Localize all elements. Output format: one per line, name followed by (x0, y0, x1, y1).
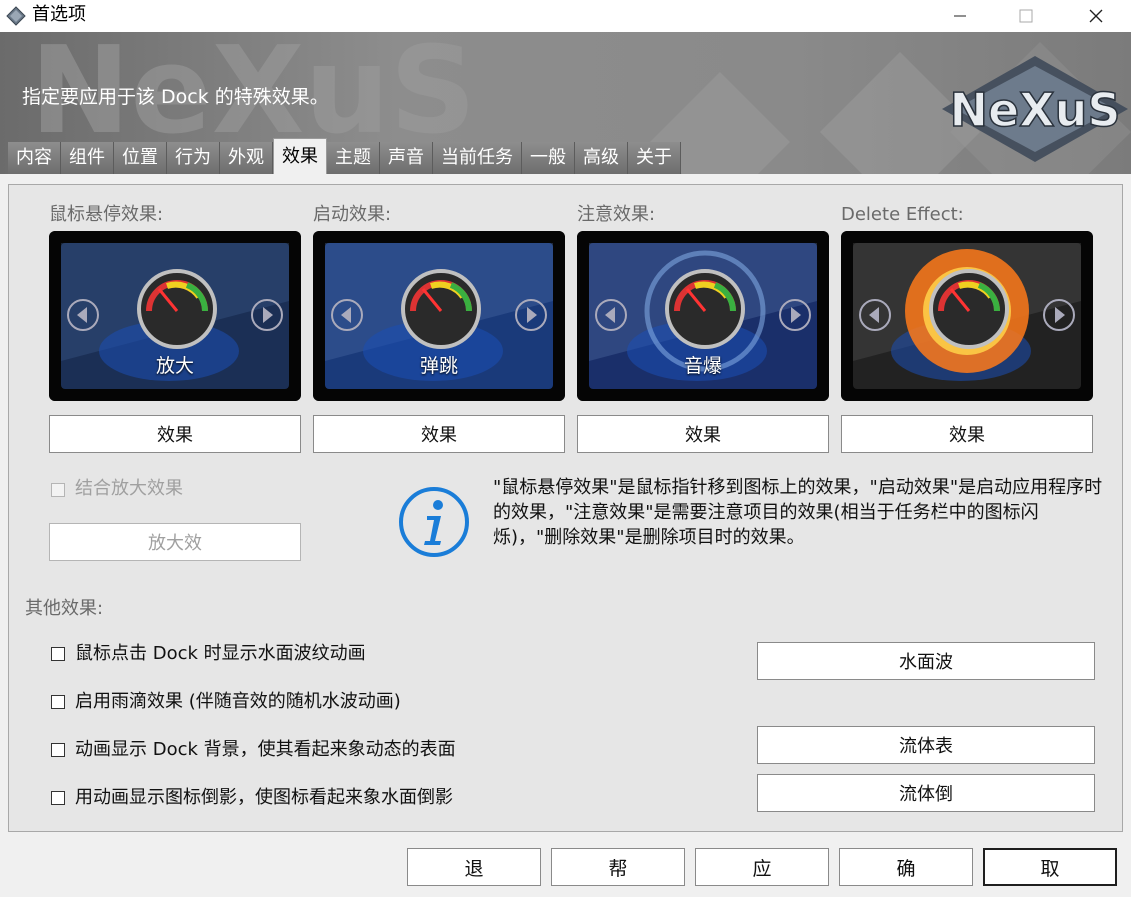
effects-panel: 鼠标悬停效果: 放大效果 启动效果: 弹跳效果 注意效果: 音爆效果 Delete Effe… (8, 184, 1123, 832)
animated-background-checkbox[interactable] (51, 743, 65, 757)
info-icon (397, 485, 471, 564)
effect-title: 鼠标悬停效果: (49, 204, 164, 225)
close-button[interactable] (1066, 0, 1126, 32)
maximize-button[interactable] (996, 0, 1056, 32)
close-icon (1089, 9, 1103, 23)
fluid-surface-button[interactable]: 流体表 (757, 726, 1095, 764)
tab-3[interactable]: 行为 (167, 142, 220, 174)
animated-reflection-checkbox[interactable] (51, 791, 65, 805)
effect-title: 注意效果: (577, 204, 656, 225)
apply-button[interactable]: 应 (695, 848, 829, 886)
fluid-reflection-button[interactable]: 流体倒 (757, 774, 1095, 812)
tab-6[interactable]: 主题 (327, 142, 380, 174)
ripple-checkbox[interactable] (51, 647, 65, 661)
tab-11[interactable]: 关于 (628, 142, 681, 174)
effect-preview: 放大 (49, 231, 301, 401)
app-diamond-icon (6, 6, 26, 26)
header-description: 指定要应用于该 Dock 的特殊效果。 (22, 86, 329, 108)
effect-preview (841, 231, 1093, 401)
tab-9[interactable]: 一般 (522, 142, 575, 174)
effect-settings-button-3[interactable]: 效果 (841, 415, 1093, 453)
effect-preview-label: 放大 (155, 355, 194, 377)
tab-bar: 内容 组件 位置 行为 外观 效果 主题 声音 当前任务 一般 高级 关于 (8, 138, 681, 174)
tab-2[interactable]: 位置 (114, 142, 167, 174)
effect-title: Delete Effect: (841, 204, 964, 225)
tab-0[interactable]: 内容 (8, 142, 61, 174)
help-button[interactable]: 帮 (551, 848, 685, 886)
effect-settings-button-0[interactable]: 效果 (49, 415, 301, 453)
effect-settings-button-1[interactable]: 效果 (313, 415, 565, 453)
combine-zoom-checkbox[interactable] (51, 483, 65, 497)
effect-preview: 弹跳 (313, 231, 565, 401)
other-effects-title: 其他效果: (25, 598, 104, 619)
effect-title: 启动效果: (313, 204, 392, 225)
back-button[interactable]: 退 (407, 848, 541, 886)
raindrop-checkbox[interactable] (51, 695, 65, 709)
title-bar[interactable]: 首选项 (0, 0, 1131, 32)
maximize-icon (1019, 9, 1033, 23)
effect-settings-button-2[interactable]: 效果 (577, 415, 829, 453)
tab-7[interactable]: 声音 (380, 142, 433, 174)
info-text: "鼠标悬停效果"是鼠标指针移到图标上的效果，"启动效果"是启动应用程序时的效果，… (493, 477, 1103, 548)
combine-zoom-label: 结合放大效果 (75, 478, 183, 499)
ripple-settings-button[interactable]: 水面波 (757, 642, 1095, 680)
zoom-effect-button[interactable]: 放大效 (49, 523, 301, 561)
effect-preview-label: 音爆 (683, 355, 722, 377)
nexus-logo: NeXuS (940, 54, 1130, 169)
ripple-label: 鼠标点击 Dock 时显示水面波纹动画 (75, 643, 366, 664)
tab-10[interactable]: 高级 (575, 142, 628, 174)
minimize-icon (954, 15, 966, 17)
logo-text: NeXuS (949, 83, 1120, 137)
tab-8[interactable]: 当前任务 (433, 142, 522, 174)
tab-5[interactable]: 效果 (273, 138, 327, 174)
ok-button[interactable]: 确 (839, 848, 973, 886)
tab-1[interactable]: 组件 (61, 142, 114, 174)
effect-preview: 音爆 (577, 231, 829, 401)
raindrop-label: 启用雨滴效果 (伴随音效的随机水波动画) (75, 691, 401, 712)
window-title: 首选项 (32, 4, 86, 25)
animated-reflection-label: 用动画显示图标倒影，使图标看起来象水面倒影 (75, 787, 453, 808)
tab-4[interactable]: 外观 (220, 142, 273, 174)
minimize-button[interactable] (930, 0, 990, 32)
effect-preview-label: 弹跳 (419, 355, 458, 377)
animated-background-label: 动画显示 Dock 背景，使其看起来象动态的表面 (75, 739, 456, 760)
cancel-button[interactable]: 取 (983, 848, 1117, 886)
